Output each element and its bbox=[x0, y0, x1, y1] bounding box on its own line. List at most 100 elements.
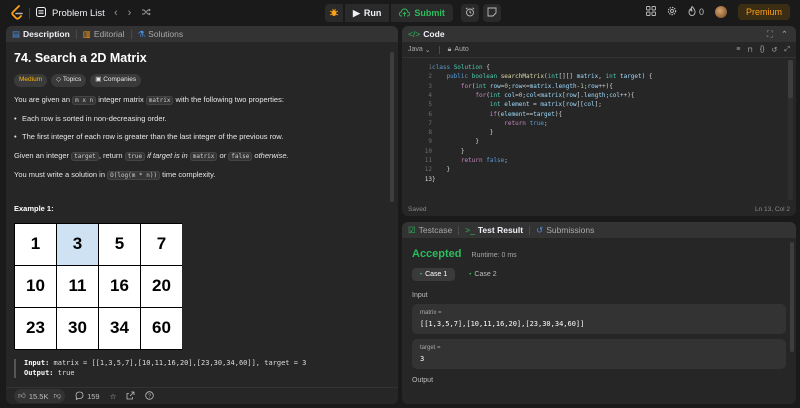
prev-problem-icon[interactable]: ‹ bbox=[114, 7, 118, 20]
tab-test-result-label: Test Result bbox=[477, 225, 524, 235]
list-item: The first integer of each row is greater… bbox=[14, 132, 382, 142]
auto-mode-toggle[interactable]: 🔒︎ Auto bbox=[448, 46, 469, 54]
user-avatar[interactable] bbox=[714, 6, 727, 18]
output-value: true bbox=[53, 368, 75, 377]
settings-gear-icon[interactable] bbox=[667, 6, 677, 18]
tab-testcase[interactable]: ☑ Testcase bbox=[408, 225, 452, 236]
braces-icon[interactable]: {} bbox=[760, 46, 765, 54]
code-line[interactable]: public boolean searchMatrix(int[][] matr… bbox=[432, 72, 652, 81]
tag-icon: ◇ bbox=[56, 75, 63, 83]
pass-dot-icon: • bbox=[469, 271, 472, 278]
line-number: 8 bbox=[428, 129, 432, 137]
properties-list: Each row is sorted in non-decreasing ord… bbox=[14, 114, 382, 142]
reset-icon[interactable]: ↺ bbox=[772, 46, 778, 54]
inline-code: matrix bbox=[189, 152, 218, 162]
code-line[interactable]: if(element==target){ bbox=[432, 110, 562, 119]
tab-editorial[interactable]: ▥ Editorial bbox=[83, 29, 125, 40]
help-icon[interactable]: ? bbox=[145, 390, 155, 402]
param-key: matrix = bbox=[420, 310, 442, 316]
intro-text: with the following two properties: bbox=[173, 94, 284, 104]
code-line[interactable]: } bbox=[432, 175, 436, 184]
code-brackets-icon: </> bbox=[408, 29, 421, 39]
matrix-cell: 3 bbox=[57, 224, 98, 266]
task-text: otherwise. bbox=[252, 151, 289, 161]
premium-button[interactable]: Premium bbox=[737, 4, 790, 20]
shuffle-icon[interactable] bbox=[141, 7, 151, 20]
format-icon[interactable]: ≡ bbox=[736, 46, 740, 54]
code-scrollbar-thumb[interactable] bbox=[788, 60, 793, 98]
problem-content: 74. Search a 2D Matrix Medium ◇ Topics ▣… bbox=[14, 50, 382, 379]
tab-test-result[interactable]: >_ Test Result bbox=[465, 225, 523, 235]
problem-list-button[interactable]: Problem List bbox=[36, 7, 105, 20]
like-button[interactable]: 👍︎ 15.5K 👎︎ bbox=[14, 389, 66, 403]
param-value: [[1,3,5,7],[10,11,16,20],[23,30,34,60]] bbox=[420, 320, 585, 328]
task-paragraph: Given an integer target, return true if … bbox=[14, 151, 382, 162]
test-scrollbar[interactable] bbox=[790, 242, 794, 352]
code-line[interactable]: for(int row=0;row<=matrix.length-1;row++… bbox=[432, 82, 613, 91]
notes-button[interactable] bbox=[482, 4, 501, 22]
inline-code: false bbox=[228, 152, 253, 162]
tab-solutions[interactable]: ⚗ Solutions bbox=[138, 29, 184, 40]
tab-submissions[interactable]: ↺ Submissions bbox=[536, 225, 594, 236]
test-panel: ☑ Testcase >_ Test Result ↺ Submissions … bbox=[402, 222, 796, 404]
complexity-text: time complexity. bbox=[160, 170, 216, 180]
tab-code[interactable]: </> Code bbox=[408, 29, 445, 39]
task-text: is in bbox=[172, 151, 190, 161]
matrix-cell: 1 bbox=[15, 224, 56, 266]
line-number: 4 bbox=[428, 91, 432, 99]
matrix-cell: 7 bbox=[141, 224, 182, 266]
streak-counter[interactable]: 0 bbox=[688, 5, 704, 18]
inline-code: m x n bbox=[72, 95, 97, 105]
code-line[interactable]: return true; bbox=[432, 119, 547, 128]
code-line[interactable]: int element = matrix[row][col]; bbox=[432, 100, 602, 109]
chevron-down-icon: ⌄ bbox=[424, 46, 431, 54]
description-footer: 👍︎ 15.5K 👎︎ 159 ☆ ? bbox=[6, 387, 398, 404]
tab-solutions-label: Solutions bbox=[148, 29, 184, 39]
case-1-tab[interactable]: • Case 1 bbox=[412, 268, 456, 281]
description-scrollbar[interactable] bbox=[390, 52, 394, 202]
code-line[interactable]: return false; bbox=[432, 156, 508, 165]
code-line[interactable]: } bbox=[432, 165, 450, 174]
input-section-label: Input bbox=[412, 292, 428, 299]
timer-button[interactable] bbox=[460, 4, 479, 22]
expand-icon[interactable]: ⤢ bbox=[784, 46, 790, 54]
line-number: 7 bbox=[428, 119, 432, 127]
matrix-cell: 23 bbox=[15, 308, 56, 350]
submit-button[interactable]: Submit bbox=[391, 4, 453, 22]
line-number: 5 bbox=[428, 101, 432, 109]
share-icon[interactable] bbox=[126, 391, 135, 402]
matrix-cell: 10 bbox=[15, 266, 56, 308]
input-label: Input: bbox=[24, 359, 50, 368]
next-problem-icon[interactable]: › bbox=[128, 7, 132, 20]
inline-code: matrix bbox=[145, 95, 174, 105]
param-box-matrix: matrix = [[1,3,5,7],[10,11,16,20],[23,30… bbox=[412, 304, 786, 334]
bookmark-icon[interactable]: ⊓ bbox=[747, 46, 752, 54]
alarm-clock-icon bbox=[465, 7, 475, 19]
run-button[interactable]: ▶ Run bbox=[345, 4, 390, 22]
debug-button[interactable] bbox=[325, 4, 343, 22]
collapse-icon[interactable]: ⌃ bbox=[781, 29, 788, 40]
tab-description[interactable]: ▤ Description bbox=[12, 29, 70, 40]
code-line[interactable]: for(int col=0;col<matrix[row].length;col… bbox=[432, 91, 634, 100]
topics-tag[interactable]: ◇ Topics bbox=[51, 73, 87, 87]
complexity-text: You must write a solution in bbox=[14, 170, 108, 180]
companies-tag[interactable]: ▣ Companies bbox=[90, 73, 142, 87]
lock-open-icon: 🔒︎ bbox=[447, 45, 452, 53]
checkbox-icon: ☑ bbox=[408, 224, 416, 235]
code-line[interactable]: class Solution { bbox=[432, 63, 490, 72]
tab-separator bbox=[458, 225, 460, 235]
test-panel-tabs: ☑ Testcase >_ Test Result ↺ Submissions bbox=[402, 222, 796, 238]
code-line[interactable]: } bbox=[432, 128, 494, 137]
star-icon[interactable]: ☆ bbox=[110, 392, 117, 401]
leetcode-logo-icon[interactable] bbox=[10, 5, 24, 21]
code-line[interactable]: } bbox=[432, 137, 479, 146]
layout-grid-icon[interactable] bbox=[646, 6, 656, 18]
code-line[interactable]: } bbox=[432, 147, 465, 156]
code-panel-header: </> Code ⛶ ⌃ bbox=[402, 26, 796, 42]
comments-button[interactable]: 159 bbox=[75, 391, 100, 402]
case-2-tab[interactable]: • Case 2 bbox=[461, 268, 504, 281]
language-select[interactable]: Java ⌄ bbox=[408, 46, 431, 54]
difficulty-badge[interactable]: Medium bbox=[14, 73, 48, 87]
param-box-target: target = 3 bbox=[412, 339, 786, 369]
maximize-icon[interactable]: ⛶ bbox=[767, 29, 773, 40]
